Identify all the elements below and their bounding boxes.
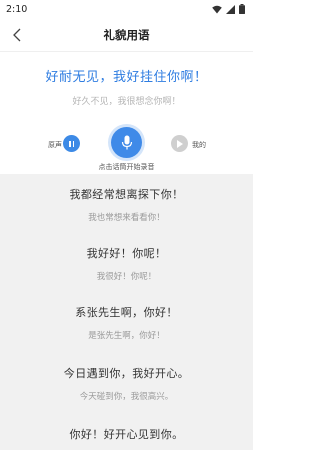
wifi-icon	[212, 5, 222, 13]
pause-icon-bar-right	[72, 140, 75, 147]
pause-original-button[interactable]	[63, 135, 80, 152]
list-item[interactable]: 我都经常想离探下你！ 我也常想来看看你！	[0, 186, 253, 223]
list-item[interactable]: 今日遇到你，我好开心。 今天碰到你，我很高兴。	[0, 365, 253, 402]
pause-icon-bar-left	[68, 140, 71, 147]
page-title: 礼貌用语	[103, 27, 150, 42]
record-microphone-button[interactable]	[111, 127, 142, 158]
list-item[interactable]: 系张先生啊，你好！ 是张先生啊，你好！	[0, 304, 253, 341]
phrase-text: 我好好！你呢！	[86, 247, 167, 260]
phrase-text: 我都经常想离探下你！	[69, 188, 184, 201]
play-icon	[177, 139, 183, 148]
back-button[interactable]	[8, 26, 26, 44]
record-hint: 点击话筒开始录音	[98, 163, 155, 171]
list-item[interactable]: 我好好！你呢！ 我很好！你呢！	[0, 245, 253, 282]
chevron-left-icon	[13, 28, 21, 42]
status-bar: 2:10	[0, 0, 253, 18]
phrase-text: 今日遇到你，我好开心。	[63, 367, 190, 380]
phrase-text: 你好！好开心见到你。	[69, 428, 184, 441]
battery-icon	[239, 4, 245, 14]
phrase-translation: 今天碰到你，我很高兴。	[79, 392, 174, 402]
microphone-icon	[121, 135, 132, 149]
current-phrase: 好耐无见，我好挂住你啊！	[45, 70, 208, 85]
phrase-translation: 是张先生啊，你好！	[88, 331, 165, 341]
status-icons	[212, 4, 245, 14]
phrase-translation: 我也常想来看看你！	[88, 213, 165, 223]
list-item[interactable]: 你好！好开心见到你。	[0, 426, 253, 442]
play-mine-button[interactable]	[171, 135, 188, 152]
phrase-translation: 我很好！你呢！	[96, 272, 157, 282]
status-time: 2:10	[6, 3, 28, 15]
signal-icon	[226, 4, 235, 14]
phrase-list: 我都经常想离探下你！ 我也常想来看看你！ 我好好！你呢！ 我很好！你呢！ 系张先…	[0, 174, 253, 450]
current-translation: 好久不见，我很想念你啊！	[72, 97, 181, 107]
original-audio-label: 原声	[48, 141, 62, 149]
my-recording-label: 我的	[192, 141, 206, 149]
nav-bar: 礼貌用语	[0, 18, 253, 52]
phrase-text: 系张先生啊，你好！	[75, 306, 178, 319]
